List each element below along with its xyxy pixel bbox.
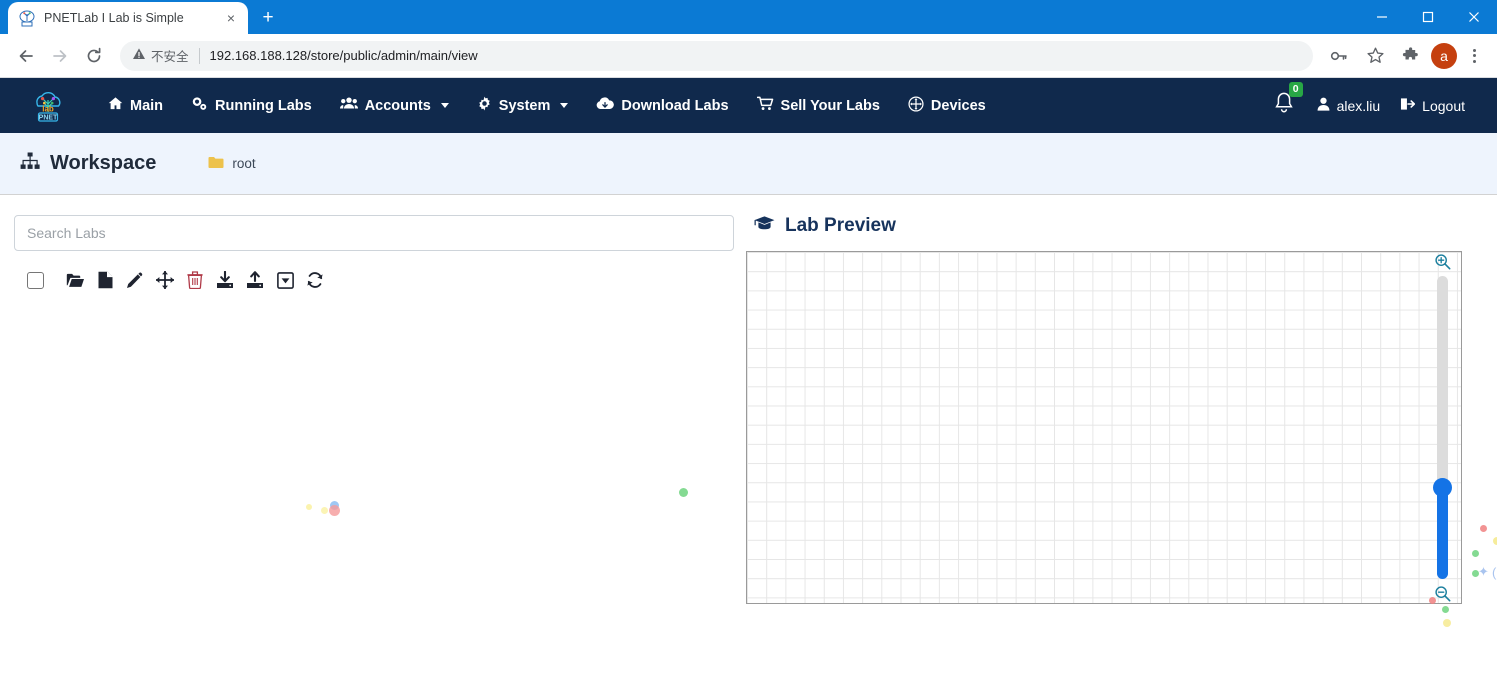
close-icon[interactable]: × [222,9,240,27]
nav-label: Running Labs [215,97,312,114]
back-icon[interactable] [10,40,42,72]
reload-icon[interactable] [78,40,110,72]
sitemap-icon [20,152,40,176]
nav-item-devices[interactable]: Devices [894,95,1000,116]
security-label: 不安全 [151,50,189,64]
star-icon[interactable] [1359,40,1391,72]
app-navbar: lab PNET Main Running Labs Accounts Syst… [0,78,1497,133]
notifications-button[interactable]: 0 [1261,82,1307,120]
lab-preview-canvas-wrap [746,251,1462,604]
export-box-button[interactable] [270,265,300,295]
avatar[interactable]: a [1431,42,1457,69]
pnetlab-logo[interactable]: lab PNET [28,86,68,126]
gear-icon [477,96,492,115]
browser-title-bar: PNETLab I Lab is Simple × + [0,0,1497,34]
breadcrumb[interactable]: root [208,156,256,172]
particle-dot [1442,606,1449,613]
nav-label: Download Labs [621,97,729,114]
nav-user[interactable]: alex.liu [1307,97,1391,114]
nav-right: 0 alex.liu Logout [1261,82,1475,120]
breadcrumb-label: root [232,156,256,171]
zoom-slider-track[interactable] [1432,276,1452,579]
chevron-down-icon [560,103,569,108]
nav-item-accounts[interactable]: Accounts [326,96,463,115]
graduation-cap-icon [754,215,775,237]
key-icon[interactable] [1323,40,1355,72]
page-title-label: Workspace [50,152,157,174]
nav-label: Main [130,97,164,114]
labs-panel [0,215,736,604]
home-icon [108,96,123,115]
cart-icon [756,96,774,115]
toolbar-right-actions: a [1323,40,1487,72]
minimize-button[interactable] [1359,0,1405,34]
lab-preview-title: Lab Preview [746,215,1462,237]
kebab-menu-icon[interactable] [1461,48,1487,63]
svg-text:PNET: PNET [39,114,58,121]
new-lab-button[interactable] [90,265,120,295]
url-text: 192.168.188.128/store/public/admin/main/… [209,48,478,63]
chevron-down-icon [440,103,449,108]
browser-tab[interactable]: PNETLab I Lab is Simple × [8,2,248,34]
particle-dot [1443,619,1451,627]
select-all-checkbox[interactable] [27,271,44,289]
tab-title: PNETLab I Lab is Simple [44,11,184,25]
magnifier-plus-icon[interactable] [1434,253,1451,270]
zoom-slider-fill [1436,488,1448,579]
nav-logout[interactable]: Logout [1390,97,1475,114]
nav-item-sell-your-labs[interactable]: Sell Your Labs [743,96,894,115]
svg-text:lab: lab [42,104,54,113]
lab-preview-canvas[interactable] [746,251,1462,604]
pnetlab-logo-icon [18,9,36,27]
window-close-button[interactable] [1451,0,1497,34]
nav-item-system[interactable]: System [463,96,583,115]
lab-preview-label: Lab Preview [785,215,896,236]
import-button[interactable] [210,265,240,295]
nav-label: Sell Your Labs [780,97,880,114]
workspace-header: Workspace root [0,133,1497,195]
nav-label: System [498,97,551,114]
search-input[interactable] [14,215,734,251]
nav-label: Devices [930,97,986,114]
delete-button[interactable] [180,265,210,295]
puzzle-icon[interactable] [1395,40,1427,72]
folder-icon [208,156,224,172]
export-button[interactable] [240,265,270,295]
address-bar[interactable]: 不安全 192.168.188.128/store/public/admin/m… [120,40,1313,71]
users-icon [339,96,358,115]
browser-toolbar: 不安全 192.168.188.128/store/public/admin/m… [0,34,1497,78]
zoom-slider-control[interactable] [1430,253,1454,602]
move-button[interactable] [150,265,180,295]
nav-item-download-labs[interactable]: Download Labs [582,96,742,115]
edit-button[interactable] [120,265,150,295]
omnibox-divider [198,47,200,64]
nav-user-label: alex.liu [1336,97,1381,114]
magnifier-minus-icon[interactable] [1434,585,1451,602]
arrows-circle-icon [908,95,924,116]
warning-triangle-icon [132,47,146,64]
security-status[interactable]: 不安全 [132,46,189,65]
lab-preview-panel: Lab Preview [736,215,1462,604]
user-icon [1317,97,1330,114]
maximize-button[interactable] [1405,0,1451,34]
logout-icon [1400,97,1416,114]
nav-item-main[interactable]: Main [94,96,177,115]
zoom-slider-thumb[interactable] [1432,478,1452,498]
notification-badge: 0 [1288,82,1303,97]
main-content: Lab Preview [0,195,1497,604]
nav-label: Accounts [364,97,431,114]
nav-items: Main Running Labs Accounts System Downlo… [94,95,1261,116]
labs-toolbar [14,265,722,295]
forward-icon[interactable] [44,40,76,72]
refresh-button[interactable] [300,265,330,295]
page-title: Workspace [20,152,156,176]
gears-icon [191,96,208,115]
window-controls [1359,0,1497,34]
open-folder-button[interactable] [60,265,90,295]
new-tab-button[interactable]: + [254,4,282,32]
nav-logout-label: Logout [1422,97,1465,114]
cloud-download-icon [596,96,615,115]
nav-item-running-labs[interactable]: Running Labs [177,96,326,115]
